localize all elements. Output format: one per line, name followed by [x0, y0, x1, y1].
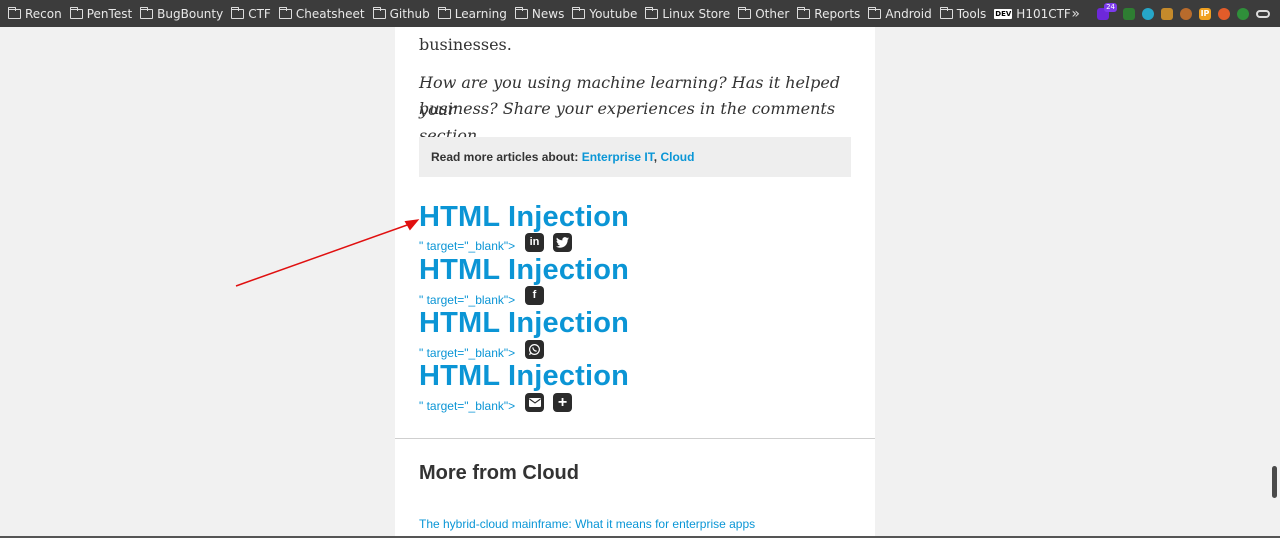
extension-cloud-icon[interactable] — [1142, 7, 1154, 20]
folder-icon — [797, 6, 811, 19]
bookmark-label: Youtube — [589, 6, 638, 21]
extension-ip-icon[interactable]: IP — [1199, 7, 1211, 20]
folder-icon — [372, 6, 386, 19]
email-icon[interactable] — [525, 393, 544, 412]
tag-separator: , — [653, 150, 658, 164]
injected-heading-link[interactable]: HTML Injection — [419, 360, 629, 393]
folder-icon — [572, 6, 586, 19]
folder-icon — [645, 6, 659, 19]
folder-icon — [140, 6, 154, 19]
folder-icon — [738, 6, 752, 19]
related-article-link[interactable]: The hybrid-cloud mainframe: What it mean… — [419, 517, 755, 531]
article-paragraph: businesses. — [419, 35, 512, 54]
bookmark-linux-store[interactable]: Linux Store — [645, 6, 731, 21]
bookmark-cheatsheet[interactable]: Cheatsheet — [278, 6, 365, 21]
bookmark-tools[interactable]: Tools — [939, 6, 987, 21]
injected-attribute-text: " target="_blank"> — [419, 239, 516, 253]
bookmark-recon[interactable]: Recon — [8, 6, 62, 21]
page-scrollbar-thumb[interactable] — [1272, 466, 1277, 498]
extension-cookie-icon[interactable] — [1180, 7, 1192, 20]
injected-attribute-text: " target="_blank"> — [419, 293, 516, 307]
bookmark-reports[interactable]: Reports — [797, 6, 861, 21]
bookmark-pentest[interactable]: PenTest — [69, 6, 133, 21]
extension-badge: 24 — [1104, 2, 1117, 12]
bookmark-other[interactable]: Other — [738, 6, 790, 21]
bookmark-h101ctf[interactable]: DEV H101CTF — [994, 7, 1071, 21]
bookmark-label: News — [531, 6, 565, 21]
extension-person-icon[interactable] — [1161, 7, 1173, 20]
article-column: businesses. How are you using machine le… — [395, 27, 875, 538]
injected-attribute-text: " target="_blank"> — [419, 399, 516, 413]
read-more-label: Read more articles about: — [431, 150, 582, 164]
bookmark-label: CTF — [248, 6, 271, 21]
bookmark-label: PenTest — [86, 6, 133, 21]
folder-icon — [231, 6, 245, 19]
extension-shield-icon[interactable] — [1237, 7, 1249, 20]
bookmark-label: Reports — [814, 6, 861, 21]
bookmark-youtube[interactable]: Youtube — [572, 6, 638, 21]
extension-infinity-icon[interactable] — [1256, 9, 1270, 18]
extension-green-icon[interactable] — [1123, 7, 1135, 20]
dev-icon: DEV — [994, 8, 1013, 19]
bookmark-learning[interactable]: Learning — [437, 6, 507, 21]
bookmark-label: Android — [885, 6, 932, 21]
bookmark-ctf[interactable]: CTF — [231, 6, 271, 21]
injected-heading-link[interactable]: HTML Injection — [419, 201, 629, 234]
bookmark-github[interactable]: Github — [372, 6, 430, 21]
folder-icon — [939, 6, 953, 19]
extension-fox-icon[interactable] — [1218, 7, 1230, 20]
linkedin-icon[interactable]: in — [525, 233, 544, 252]
injected-attribute-text: " target="_blank"> — [419, 346, 516, 360]
bookmarks-overflow-button[interactable]: » — [1071, 6, 1080, 22]
bookmark-news[interactable]: News — [514, 6, 565, 21]
injected-heading-link[interactable]: HTML Injection — [419, 307, 629, 340]
folder-icon — [8, 6, 21, 19]
bookmark-label: Cheatsheet — [295, 6, 365, 21]
bookmark-label: H101CTF — [1016, 6, 1071, 21]
more-from-heading: More from Cloud — [419, 462, 579, 484]
folder-icon — [437, 6, 451, 19]
folder-icon — [278, 6, 292, 19]
bookmark-bugbounty[interactable]: BugBounty — [140, 6, 224, 21]
bookmark-label: Github — [389, 6, 430, 21]
tag-link-cloud[interactable]: Cloud — [660, 150, 694, 164]
bookmark-label: Other — [755, 6, 790, 21]
folder-icon — [69, 6, 83, 19]
read-more-box: Read more articles about: Enterprise IT,… — [419, 137, 851, 177]
bookmark-label: Tools — [956, 6, 987, 21]
bookmark-label: Linux Store — [662, 6, 731, 21]
bookmarks-bar: Recon PenTest BugBounty CTF Cheatsheet G… — [0, 0, 1280, 27]
facebook-icon[interactable]: f — [525, 286, 544, 305]
bookmark-label: Learning — [454, 6, 507, 21]
bookmark-android[interactable]: Android — [868, 6, 932, 21]
bookmark-label: BugBounty — [157, 6, 224, 21]
more-share-plus-icon[interactable]: + — [553, 393, 572, 412]
bookmark-label: Recon — [25, 6, 62, 21]
folder-icon — [514, 6, 528, 19]
folder-icon — [868, 6, 882, 19]
section-divider — [395, 438, 875, 439]
extensions-area: » 24 IP — [1071, 0, 1270, 27]
tag-link-enterprise-it[interactable]: Enterprise IT — [582, 150, 654, 164]
whatsapp-icon[interactable] — [525, 340, 544, 359]
extension-gem-icon[interactable]: 24 — [1097, 2, 1117, 20]
injected-heading-link[interactable]: HTML Injection — [419, 254, 629, 287]
twitter-icon[interactable] — [553, 233, 572, 252]
